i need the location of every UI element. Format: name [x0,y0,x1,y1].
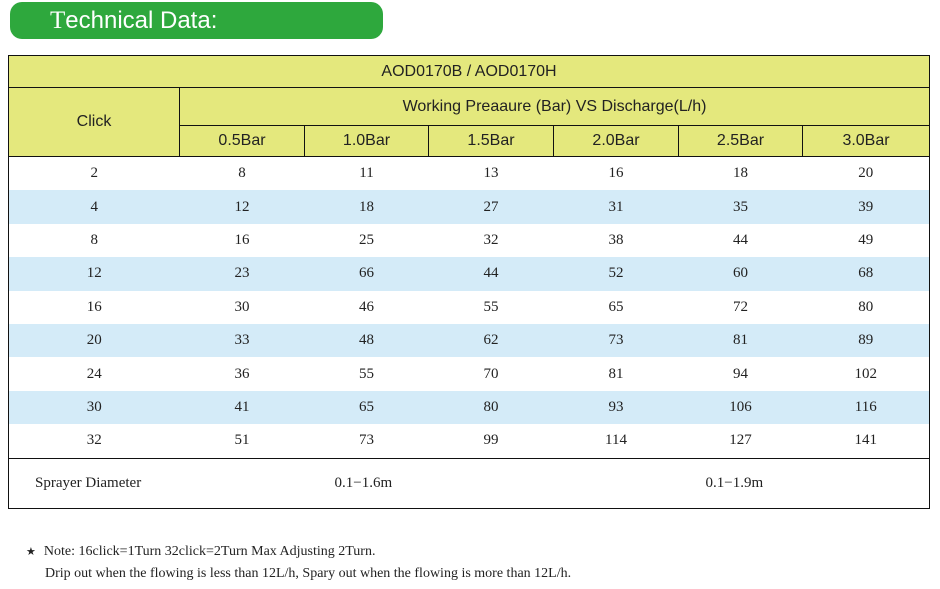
column-header: 0.5Bar [179,125,305,157]
table-row: 12 23 66 44 52 60 68 [8,257,931,291]
discharge-cell: 94 [733,365,748,382]
discharge-cell: 93 [553,390,679,425]
pressure-discharge-header: Working Preaaure (Bar) VS Discharge(L/h) [178,87,931,126]
click-header: Click [8,87,180,157]
model-header: AOD0170B / AOD0170H [7,55,931,88]
discharge-cell: 20 [802,156,931,191]
click-cell: 4 [8,190,180,224]
table-row: 24 36 55 70 81 94 102 [8,357,931,391]
discharge-cell: 31 [553,190,679,224]
click-cell: 12 [8,257,180,291]
star-icon: ★ [26,546,36,558]
discharge-cell: 16 [608,165,624,182]
sprayer-diameter-label: Sprayer Diameter [8,458,305,509]
section-title: Technical Data: [10,2,383,39]
table-row: 32 51 73 99 114 127 141 [8,424,931,459]
discharge-cell: 11 [359,165,374,182]
click-cell: 16 [8,290,180,324]
column-header: 3.0Bar [801,125,931,157]
notes: ★ Note: 16click=1Turn 32click=2Turn Max A… [26,541,571,585]
column-header: 2.5Bar [678,125,803,157]
discharge-cell: 23 [179,257,305,291]
discharge-cell: 18 [733,165,748,182]
discharge-cell: 49 [802,223,931,258]
table-row: 4 12 18 27 31 35 39 [8,190,931,224]
discharge-cell: 13 [483,165,499,182]
click-cell: 2 [8,156,180,191]
discharge-cell: 39 [802,190,931,224]
discharge-cell: 141 [802,424,931,459]
title-first-letter: T [50,7,66,34]
table-row: 16 30 46 55 65 72 80 [8,290,931,324]
discharge-cell: 65 [608,298,624,315]
discharge-cell: 33 [179,323,305,358]
discharge-cell: 127 [678,424,803,459]
column-header: 1.5Bar [428,125,554,157]
note-line-2: Drip out when the flowing is less than 1… [45,566,572,581]
discharge-cell: 38 [608,231,624,248]
discharge-cell: 62 [428,323,554,358]
discharge-cell: 32 [483,231,499,248]
discharge-cell: 106 [678,390,803,425]
discharge-cell: 73 [304,424,429,459]
discharge-cell: 102 [802,357,931,391]
discharge-cell: 55 [483,298,499,315]
click-cell: 32 [8,424,180,459]
discharge-cell: 44 [733,231,748,248]
technical-data-table: AOD0170B / AOD0170H Click Working Preaau… [7,55,931,509]
discharge-cell: 66 [304,257,429,291]
discharge-cell: 80 [802,290,931,324]
discharge-cell: 44 [428,257,554,291]
title-text: echnical Data [65,7,211,34]
discharge-cell: 81 [608,365,624,382]
title-colon: : [210,7,218,34]
click-cell: 30 [8,390,180,425]
discharge-cell: 55 [359,365,374,382]
discharge-cell: 18 [304,190,429,224]
column-header: 1.0Bar [304,125,429,157]
discharge-cell: 48 [304,323,429,358]
table-row: 8 16 25 32 38 44 49 [8,223,931,258]
discharge-cell: 27 [428,190,554,224]
column-header: 2.0Bar [553,125,679,157]
discharge-cell: 25 [359,231,374,248]
discharge-cell: 114 [553,424,679,459]
discharge-cell: 81 [678,323,803,358]
discharge-cell: 46 [359,298,374,315]
discharge-cell: 60 [678,257,803,291]
discharge-cell: 30 [234,298,250,315]
note-line-1: Note: 16click=1Turn 32click=2Turn Max Ad… [43,544,376,559]
sprayer-range-high: 0.1−1.9m [678,458,931,509]
discharge-cell: 52 [553,257,679,291]
table-row: 30 41 65 80 93 106 116 [8,390,931,425]
click-cell: 24 [8,357,180,391]
discharge-cell: 35 [678,190,803,224]
discharge-cell: 70 [483,365,499,382]
table-row: 20 33 48 62 73 81 89 [8,323,931,358]
table-row: 2 8 11 13 16 18 20 [8,156,931,191]
discharge-cell: 36 [234,365,250,382]
discharge-cell: 68 [802,257,931,291]
click-cell: 20 [8,323,180,358]
discharge-cell: 8 [238,165,246,182]
discharge-cell: 73 [553,323,679,358]
sprayer-range-low: 0.1−1.6m [304,458,554,509]
discharge-cell: 51 [179,424,305,459]
discharge-cell: 16 [234,231,250,248]
discharge-cell: 80 [428,390,554,425]
sprayer-diameter-row: Sprayer Diameter 0.1−1.6m 0.1−1.9m [8,458,931,509]
discharge-cell: 41 [179,390,305,425]
discharge-cell: 99 [428,424,554,459]
discharge-cell: 65 [304,390,429,425]
discharge-cell: 89 [802,323,931,358]
discharge-cell: 12 [179,190,305,224]
discharge-cell: 72 [733,298,748,315]
click-cell: 8 [8,223,180,258]
discharge-cell: 116 [802,390,931,425]
